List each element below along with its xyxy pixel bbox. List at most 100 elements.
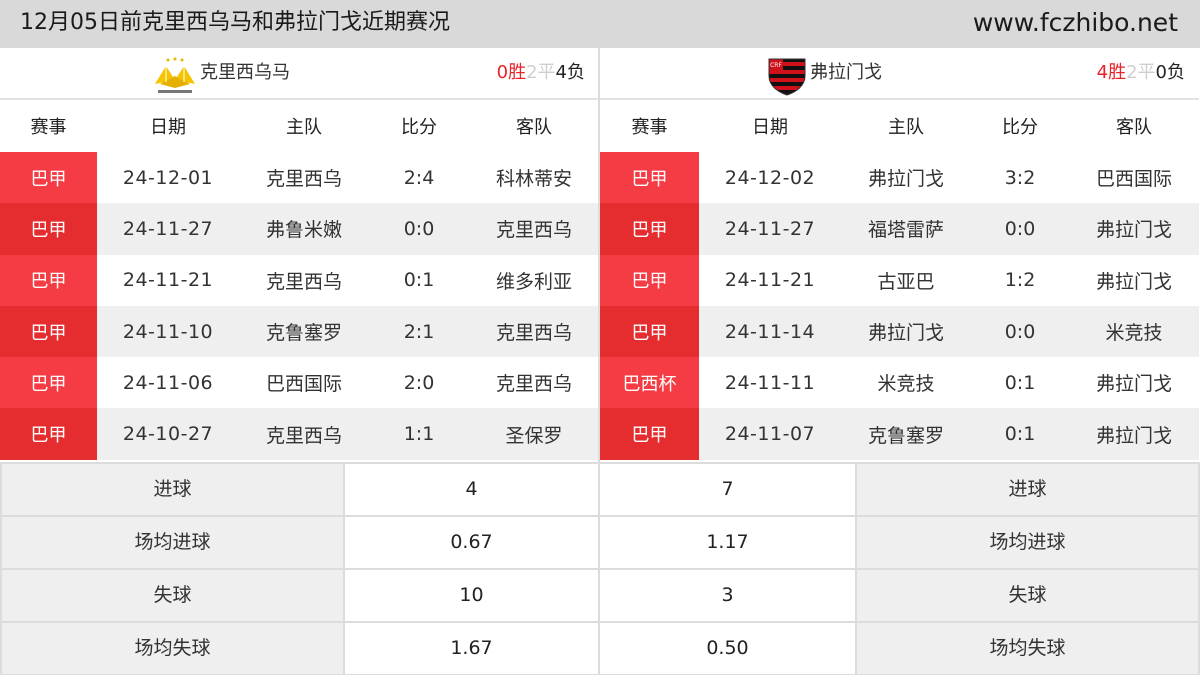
away-team[interactable]: 弗拉门戈 [1069, 203, 1199, 255]
match-score[interactable]: 0:0 [971, 203, 1069, 255]
table-row: 巴甲 24-12-01 克里西乌 2:4 科林蒂安 [0, 152, 599, 204]
record-wins: 0胜 [496, 62, 527, 83]
stat-label-left: 失球 [2, 570, 343, 621]
match-score[interactable]: 2:0 [369, 357, 469, 409]
match-score[interactable]: 0:1 [971, 408, 1069, 460]
league-badge: 巴甲 [0, 203, 97, 255]
stat-value-left: 1.67 [345, 623, 598, 674]
home-team[interactable]: 克里西乌 [239, 254, 369, 306]
home-team[interactable]: 福塔雷萨 [841, 203, 971, 255]
col-score: 比分 [369, 100, 469, 152]
home-team[interactable]: 古亚巴 [841, 254, 971, 306]
match-date: 24-11-07 [699, 408, 841, 460]
league-badge: 巴甲 [600, 408, 699, 460]
stat-value-right: 3 [600, 570, 855, 621]
match-score[interactable]: 0:1 [369, 254, 469, 306]
league-badge: 巴甲 [0, 305, 97, 358]
home-team[interactable]: 米竞技 [841, 357, 971, 409]
match-date: 24-10-27 [97, 408, 239, 460]
col-home: 主队 [841, 100, 971, 152]
match-date: 24-11-27 [97, 203, 239, 255]
table-row: 巴甲 24-10-27 克里西乌 1:1 圣保罗 [0, 408, 599, 460]
away-team[interactable]: 克里西乌 [469, 203, 599, 255]
league-badge: 巴甲 [0, 254, 97, 306]
record-draws: 2平 [1126, 62, 1156, 83]
home-team[interactable]: 克鲁塞罗 [841, 408, 971, 460]
site-url[interactable]: www.fczhibo.net [973, 8, 1178, 38]
away-team[interactable]: 米竞技 [1069, 305, 1199, 358]
recent-matches-table: 赛事 日期 主队 比分 客队 巴甲 24-12-02 弗拉门戈 3:2 巴西国际… [600, 100, 1199, 460]
match-date: 24-11-21 [699, 254, 841, 306]
table-row: 巴西杯 24-11-11 米竞技 0:1 弗拉门戈 [600, 357, 1199, 409]
away-team[interactable]: 克里西乌 [469, 305, 599, 358]
stat-value-left: 10 [345, 570, 598, 621]
table-header-row: 赛事 日期 主队 比分 客队 [600, 100, 1199, 152]
team-name[interactable]: 弗拉门戈 [810, 62, 882, 84]
team-record: 0胜2平4负 [497, 62, 585, 84]
away-team[interactable]: 弗拉门戈 [1069, 408, 1199, 460]
league-badge: 巴甲 [600, 305, 699, 358]
away-team[interactable]: 巴西国际 [1069, 152, 1199, 204]
team-panel-home: 克里西乌马 0胜2平4负 赛事 日期 主队 比分 客队 巴甲 24-12-01 … [0, 48, 599, 460]
home-team[interactable]: 克里西乌 [239, 408, 369, 460]
stat-label-left: 进球 [2, 464, 343, 515]
home-team[interactable]: 弗拉门戈 [841, 152, 971, 204]
away-team[interactable]: 科林蒂安 [469, 152, 599, 204]
home-team[interactable]: 巴西国际 [239, 357, 369, 409]
stat-row-goals: 进球 4 7 进球 [0, 464, 1200, 515]
match-score[interactable]: 0:1 [971, 357, 1069, 409]
table-row: 巴甲 24-11-07 克鲁塞罗 0:1 弗拉门戈 [600, 408, 1199, 460]
match-date: 24-11-27 [699, 203, 841, 255]
away-team[interactable]: 弗拉门戈 [1069, 254, 1199, 306]
stat-label-right: 场均失球 [857, 623, 1198, 674]
table-header-row: 赛事 日期 主队 比分 客队 [0, 100, 599, 152]
match-date: 24-11-06 [97, 357, 239, 409]
team-header: CRF 弗拉门戈 4胜2平0负 [600, 48, 1199, 100]
match-score[interactable]: 2:4 [369, 152, 469, 204]
table-row: 巴甲 24-11-21 古亚巴 1:2 弗拉门戈 [600, 254, 1199, 306]
stat-row-avg-goals: 场均进球 0.67 1.17 场均进球 [0, 517, 1200, 568]
home-team[interactable]: 弗鲁米嫩 [239, 203, 369, 255]
table-row: 巴甲 24-11-14 弗拉门戈 0:0 米竞技 [600, 305, 1199, 358]
stat-label-right: 失球 [857, 570, 1198, 621]
table-row: 巴甲 24-11-27 弗鲁米嫩 0:0 克里西乌 [0, 203, 599, 255]
col-away: 客队 [469, 100, 599, 152]
away-team[interactable]: 维多利亚 [469, 254, 599, 306]
stat-value-left: 0.67 [345, 517, 598, 568]
stat-row-conceded: 失球 10 3 失球 [0, 570, 1200, 621]
home-team[interactable]: 克里西乌 [239, 152, 369, 204]
match-score[interactable]: 2:1 [369, 305, 469, 358]
away-team[interactable]: 克里西乌 [469, 357, 599, 409]
home-team[interactable]: 克鲁塞罗 [239, 305, 369, 358]
away-team[interactable]: 弗拉门戈 [1069, 357, 1199, 409]
team-panel-away: CRF 弗拉门戈 4胜2平0负 赛事 日期 主队 比分 客队 巴甲 24-12-… [600, 48, 1199, 460]
col-league: 赛事 [0, 100, 97, 152]
page-title: 12月05日前克里西乌马和弗拉门戈近期赛况 [20, 10, 450, 35]
match-score[interactable]: 0:0 [971, 305, 1069, 358]
stat-value-right: 0.50 [600, 623, 855, 674]
league-badge: 巴甲 [0, 408, 97, 460]
match-score[interactable]: 1:1 [369, 408, 469, 460]
col-date: 日期 [97, 100, 239, 152]
team-name[interactable]: 克里西乌马 [200, 62, 290, 84]
table-row: 巴甲 24-11-21 克里西乌 0:1 维多利亚 [0, 254, 599, 306]
match-date: 24-11-11 [699, 357, 841, 409]
table-row: 巴甲 24-12-02 弗拉门戈 3:2 巴西国际 [600, 152, 1199, 204]
svg-text:CRF: CRF [770, 62, 782, 69]
stat-label-left: 场均失球 [2, 623, 343, 674]
stat-value-left: 4 [345, 464, 598, 515]
match-score[interactable]: 0:0 [369, 203, 469, 255]
match-score[interactable]: 1:2 [971, 254, 1069, 306]
record-losses: 4负 [555, 62, 585, 83]
league-badge: 巴甲 [600, 254, 699, 306]
stats-comparison: 进球 4 7 进球 场均进球 0.67 1.17 场均进球 失球 10 3 失球… [0, 462, 1200, 675]
away-team[interactable]: 圣保罗 [469, 408, 599, 460]
col-date: 日期 [699, 100, 841, 152]
home-team[interactable]: 弗拉门戈 [841, 305, 971, 358]
recent-matches-table: 赛事 日期 主队 比分 客队 巴甲 24-12-01 克里西乌 2:4 科林蒂安… [0, 100, 599, 460]
match-date: 24-11-10 [97, 305, 239, 358]
table-row: 巴甲 24-11-10 克鲁塞罗 2:1 克里西乌 [0, 305, 599, 358]
match-score[interactable]: 3:2 [971, 152, 1069, 204]
match-date: 24-12-01 [97, 152, 239, 204]
league-badge: 巴西杯 [600, 357, 699, 409]
